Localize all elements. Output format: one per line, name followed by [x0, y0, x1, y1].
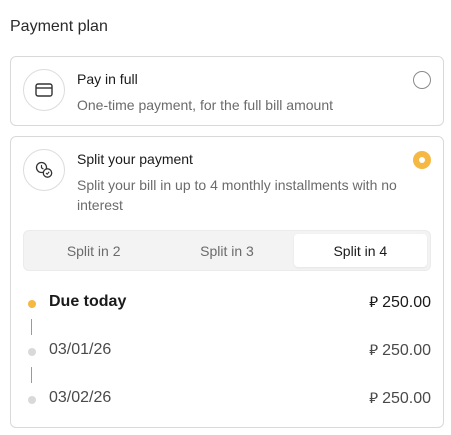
installment-row: 03/01/26 ⃁ 250.00	[11, 337, 443, 365]
installment-amount: ⃁ 250.00	[369, 341, 431, 360]
installment-amount: ⃁ 250.00	[369, 293, 431, 312]
currency-symbol-icon: ⃁	[369, 294, 379, 311]
timeline-connector	[31, 319, 32, 335]
installment-date: Due today	[49, 293, 127, 310]
installment-amount-value: 250.00	[382, 341, 431, 359]
tab-split-in-2[interactable]: Split in 2	[27, 234, 160, 267]
card-icon	[23, 69, 65, 111]
split-payment-description: Split your bill in up to 4 monthly insta…	[77, 177, 397, 213]
status-dot	[28, 396, 36, 404]
tab-split-in-3[interactable]: Split in 3	[160, 234, 293, 267]
status-dot	[28, 348, 36, 356]
tab-split-in-4[interactable]: Split in 4	[293, 234, 427, 267]
split-payment-title: Split your payment	[77, 151, 193, 167]
installment-amount: ⃁ 250.00	[369, 389, 431, 408]
pay-in-full-title: Pay in full	[77, 71, 138, 87]
pay-in-full-option[interactable]: Pay in full One-time payment, for the fu…	[10, 56, 444, 126]
currency-symbol-icon: ⃁	[369, 342, 379, 359]
split-payment-radio[interactable]	[413, 151, 431, 169]
installment-row: Due today ⃁ 250.00	[11, 289, 443, 317]
installment-amount-value: 250.00	[382, 389, 431, 407]
section-title: Payment plan	[10, 18, 108, 35]
installment-date: 03/01/26	[49, 341, 112, 358]
status-dot-active	[28, 300, 36, 308]
split-coins-icon	[23, 149, 65, 191]
installment-amount-value: 250.00	[382, 293, 431, 311]
pay-in-full-description: One-time payment, for the full bill amou…	[77, 97, 334, 113]
split-tabs: Split in 2 Split in 3 Split in 4	[23, 230, 431, 271]
split-payment-option[interactable]: Split your payment Split your bill in up…	[10, 136, 444, 428]
installment-row: 03/02/26 ⃁ 250.00	[11, 385, 443, 413]
pay-in-full-radio[interactable]	[413, 71, 431, 89]
timeline-connector	[31, 367, 32, 383]
installment-date: 03/02/26	[49, 389, 112, 406]
currency-symbol-icon: ⃁	[369, 390, 379, 407]
